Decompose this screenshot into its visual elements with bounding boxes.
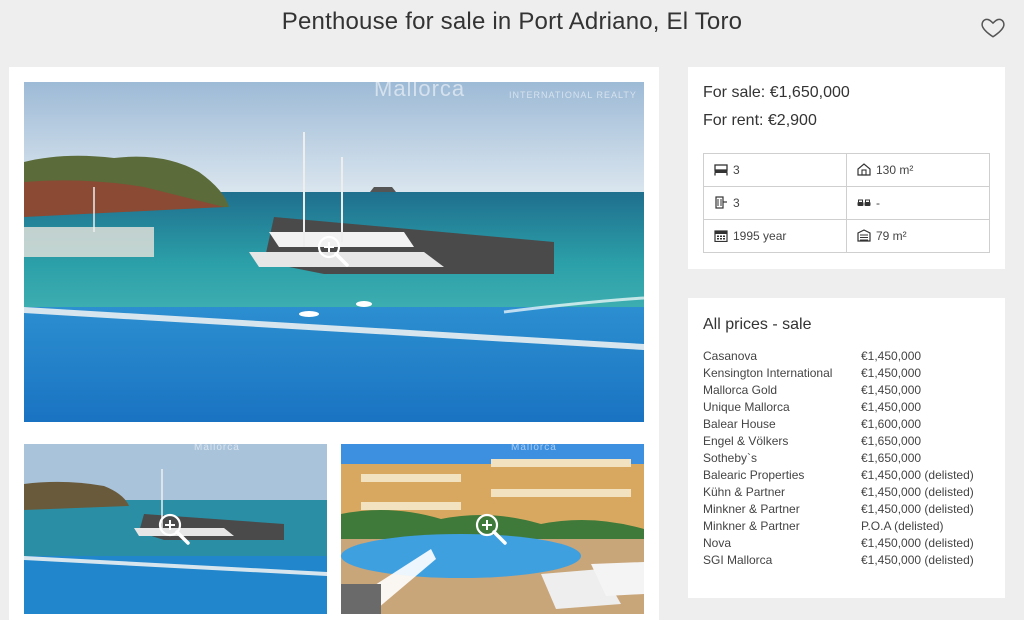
zoom-in-icon[interactable] <box>316 234 350 268</box>
main-photo[interactable]: Mallorca INTERNATIONAL REALTY <box>24 82 644 422</box>
agency-price-row: Mallorca Gold €1,450,000 <box>703 383 1003 400</box>
agency-price: €1,450,000 (delisted) <box>861 468 974 482</box>
agency-price-row: Casanova €1,450,000 <box>703 349 1003 366</box>
agency-name: Kühn & Partner <box>703 485 786 499</box>
agency-price: €1,650,000 <box>861 451 922 465</box>
agency-price-row: Kensington International €1,450,000 <box>703 366 1003 383</box>
cars-icon <box>857 196 871 209</box>
agency-name: SGI Mallorca <box>703 553 773 567</box>
heart-icon[interactable] <box>980 14 1006 40</box>
thumbnail-photo-1[interactable]: Mallorca <box>24 444 327 614</box>
photo-gallery: Mallorca INTERNATIONAL REALTY Mallorca M… <box>9 67 659 620</box>
all-prices-card: All prices - sale Casanova €1,450,000 Kens… <box>688 298 1005 598</box>
shower-icon <box>714 196 728 209</box>
agency-price: €1,450,000 <box>861 400 922 414</box>
watermark-thumb-1: Mallorca <box>194 444 240 453</box>
calendar-icon <box>714 229 728 243</box>
agency-price-row: Unique Mallorca €1,450,000 <box>703 400 1003 417</box>
sale-price: For sale: €1,650,000 <box>703 84 850 101</box>
feature-plot-area: 79 m² <box>846 219 990 253</box>
feature-bathrooms: 3 <box>703 186 847 220</box>
bathrooms-value: 3 <box>733 196 740 210</box>
agency-name: Mallorca Gold <box>703 383 778 397</box>
agency-price-row: Balear House €1,600,000 <box>703 417 1003 434</box>
page-title: Penthouse for sale in Port Adriano, El T… <box>281 8 743 35</box>
agency-name: Balearic Properties <box>703 468 805 482</box>
watermark-main: Mallorca <box>374 82 466 101</box>
house-area-icon <box>857 163 871 176</box>
parking-value: - <box>876 196 880 210</box>
price-card: For sale: €1,650,000 For rent: €2,900 3 … <box>688 67 1005 269</box>
built-area-value: 130 m² <box>876 163 914 177</box>
agency-name: Nova <box>703 536 732 550</box>
agency-price: €1,600,000 <box>861 417 922 431</box>
agency-name: Kensington International <box>703 366 833 380</box>
agency-price: €1,450,000 (delisted) <box>861 502 974 516</box>
agency-price-row: SGI Mallorca €1,450,000 (delisted) <box>703 553 1003 570</box>
feature-bedrooms: 3 <box>703 153 847 187</box>
agency-name: Unique Mallorca <box>703 400 790 414</box>
agency-price: €1,450,000 <box>861 366 922 380</box>
plot-area-value: 79 m² <box>876 229 907 243</box>
agency-price-row: Kühn & Partner €1,450,000 (delisted) <box>703 485 1003 502</box>
agency-price-list: Casanova €1,450,000 Kensington Internation… <box>703 349 1003 570</box>
year-value: 1995 year <box>733 229 787 243</box>
bed-icon <box>714 163 728 176</box>
features-table: 3 130 m² 3 - 1995 year 79 m² <box>703 153 990 253</box>
feature-parking: - <box>846 186 990 220</box>
agency-name: Balear House <box>703 417 776 431</box>
agency-price: €1,450,000 (delisted) <box>861 536 974 550</box>
agency-name: Engel & Völkers <box>703 434 789 448</box>
agency-price: €1,450,000 <box>861 383 922 397</box>
agency-price: €1,450,000 (delisted) <box>861 485 974 499</box>
zoom-in-icon[interactable] <box>157 512 191 546</box>
agency-price-row: Minkner & Partner €1,450,000 (delisted) <box>703 502 1003 519</box>
agency-price: €1,450,000 (delisted) <box>861 553 974 567</box>
feature-year: 1995 year <box>703 219 847 253</box>
feature-built-area: 130 m² <box>846 153 990 187</box>
agency-price-row: Sotheby`s €1,650,000 <box>703 451 1003 468</box>
bedrooms-value: 3 <box>733 163 740 177</box>
rent-price: For rent: €2,900 <box>703 112 817 129</box>
watermark-sub: INTERNATIONAL REALTY <box>509 90 637 100</box>
agency-name: Sotheby`s <box>703 451 758 465</box>
agency-name: Minkner & Partner <box>703 502 800 516</box>
agency-price-row: Engel & Völkers €1,650,000 <box>703 434 1003 451</box>
agency-price-row: Balearic Properties €1,450,000 (delisted) <box>703 468 1003 485</box>
agency-price: P.O.A (delisted) <box>861 519 944 533</box>
agency-price-row: Minkner & Partner P.O.A (delisted) <box>703 519 1003 536</box>
agency-name: Casanova <box>703 349 758 363</box>
thumbnail-photo-2[interactable]: Mallorca <box>341 444 644 614</box>
agency-price-row: Nova €1,450,000 (delisted) <box>703 536 1003 553</box>
watermark-thumb-2: Mallorca <box>511 444 557 453</box>
zoom-in-icon[interactable] <box>474 512 508 546</box>
agency-price: €1,450,000 <box>861 349 922 363</box>
building-area-icon <box>857 229 871 242</box>
all-prices-title: All prices - sale <box>703 316 812 333</box>
agency-name: Minkner & Partner <box>703 519 800 533</box>
agency-price: €1,650,000 <box>861 434 922 448</box>
